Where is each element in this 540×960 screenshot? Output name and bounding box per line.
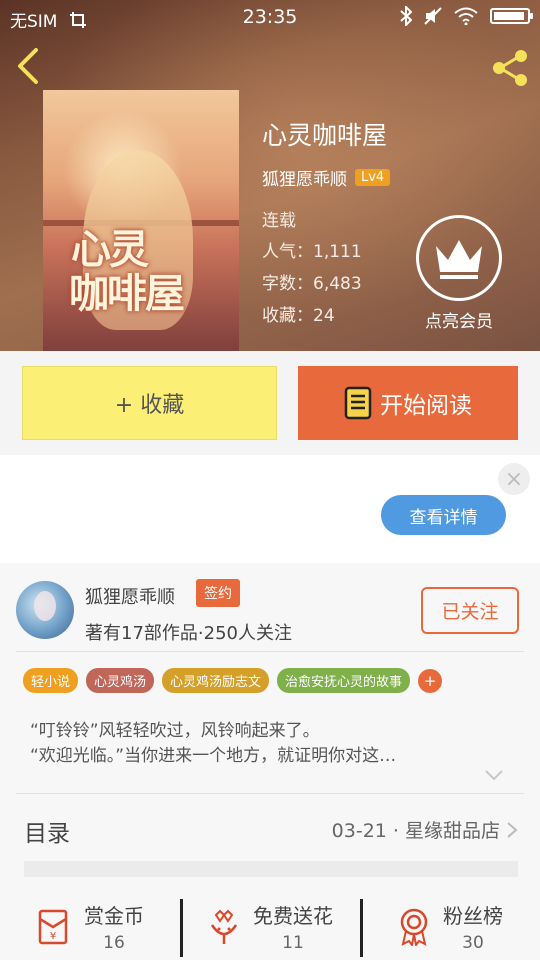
follow-button[interactable]: 已关注: [421, 587, 519, 634]
tag-item[interactable]: 治愈安抚心灵的故事: [277, 668, 411, 693]
author-card: 狐狸愿乖顺 签约 著有17部作品·250人关注 已关注 轻小说 心灵鸡汤 心灵鸡…: [0, 563, 540, 960]
action-bar: + 收藏 开始阅读: [0, 351, 540, 455]
author-name[interactable]: 狐狸愿乖顺: [262, 165, 347, 190]
back-button[interactable]: [14, 46, 44, 86]
vip-label: 点亮会员: [425, 312, 493, 332]
ad-close-button[interactable]: ×: [498, 463, 530, 495]
level-badge: Lv4: [355, 169, 391, 186]
cover-title: 心灵 咖啡屋: [69, 226, 185, 317]
fan-ranking-button[interactable]: 粉丝榜 30: [360, 893, 540, 960]
cover-title-line1: 心灵: [71, 226, 149, 273]
vip-button[interactable]: [416, 215, 502, 301]
ad-banner: × 查看详情: [0, 455, 540, 563]
favorites-count: 收藏：24: [262, 306, 335, 326]
chevron-left-icon: [18, 48, 38, 84]
send-flowers-button[interactable]: 免费送花 11: [180, 893, 360, 960]
mute-icon: [424, 7, 442, 25]
stats-bar: ¥ 赏金币 16 免费送花 11 粉丝榜 30: [0, 893, 540, 960]
status-bar: 无SIM 23:35: [0, 0, 540, 34]
book-cover[interactable]: 心灵 咖啡屋: [43, 90, 239, 351]
book-header: 心灵 咖啡屋 心灵咖啡屋 狐狸愿乖顺 Lv4 连载 人气：1,111 字数：6,…: [0, 0, 540, 351]
stat-value: 11: [282, 933, 304, 953]
more-tags-button[interactable]: +: [418, 668, 443, 693]
author-card-description: 著有17部作品·250人关注: [85, 623, 292, 644]
latest-chapter: 03-21 · 星缘甜品店: [331, 820, 500, 842]
avatar[interactable]: [16, 581, 74, 639]
tag-item[interactable]: 轻小说: [23, 668, 79, 693]
author-row: 狐狸愿乖顺 Lv4: [262, 165, 391, 190]
reward-coins-button[interactable]: ¥ 赏金币 16: [0, 893, 180, 960]
cover-title-line2: 咖啡屋: [69, 270, 185, 317]
ad-details-button[interactable]: 查看详情: [381, 495, 506, 535]
tag-item[interactable]: 心灵鸡汤励志文: [162, 668, 270, 693]
book-title: 心灵咖啡屋: [262, 121, 388, 150]
svg-text:¥: ¥: [50, 931, 56, 942]
crown-icon: [436, 240, 482, 279]
popularity-count: 人气：1,111: [262, 242, 362, 262]
author-card-name[interactable]: 狐狸愿乖顺: [85, 583, 175, 609]
stat-value: 16: [103, 933, 125, 953]
wifi-icon: [454, 7, 478, 25]
chevron-right-icon: [507, 822, 518, 838]
medal-icon: [400, 908, 428, 946]
stat-value: 30: [462, 933, 484, 953]
start-reading-label: 开始阅读: [380, 393, 472, 419]
toc-label: 目录: [24, 821, 70, 847]
placeholder-bar: [24, 861, 518, 877]
tag-item[interactable]: 心灵鸡汤: [86, 668, 155, 693]
red-envelope-icon: ¥: [38, 909, 68, 944]
book-icon: [344, 386, 372, 420]
serial-status: 连载: [262, 211, 296, 231]
chevron-down-icon[interactable]: [484, 769, 504, 781]
intro-line-2: “欢迎光临。”当你进来一个地方，就证明你对这…: [30, 746, 397, 766]
start-reading-button[interactable]: 开始阅读: [298, 366, 518, 440]
stat-label: 赏金币: [84, 904, 144, 928]
stat-label: 免费送花: [253, 904, 333, 928]
intro-line-1: “叮铃铃”风轻轻吹过，风铃响起来了。: [30, 721, 320, 741]
share-icon: [493, 50, 527, 86]
divider: [16, 651, 524, 652]
share-button[interactable]: [490, 48, 530, 88]
tag-list: 轻小说 心灵鸡汤 心灵鸡汤励志文 治愈安抚心灵的故事 +: [23, 668, 443, 693]
add-favorite-button[interactable]: + 收藏: [22, 366, 277, 440]
flower-icon: [210, 909, 238, 944]
signed-badge: 签约: [196, 579, 240, 607]
bluetooth-icon: [400, 6, 412, 26]
battery-icon: [490, 8, 533, 24]
stat-label: 粉丝榜: [443, 904, 503, 928]
word-count: 字数：6,483: [262, 274, 362, 294]
table-of-contents-row[interactable]: 目录 03-21 · 星缘甜品店: [0, 793, 540, 863]
